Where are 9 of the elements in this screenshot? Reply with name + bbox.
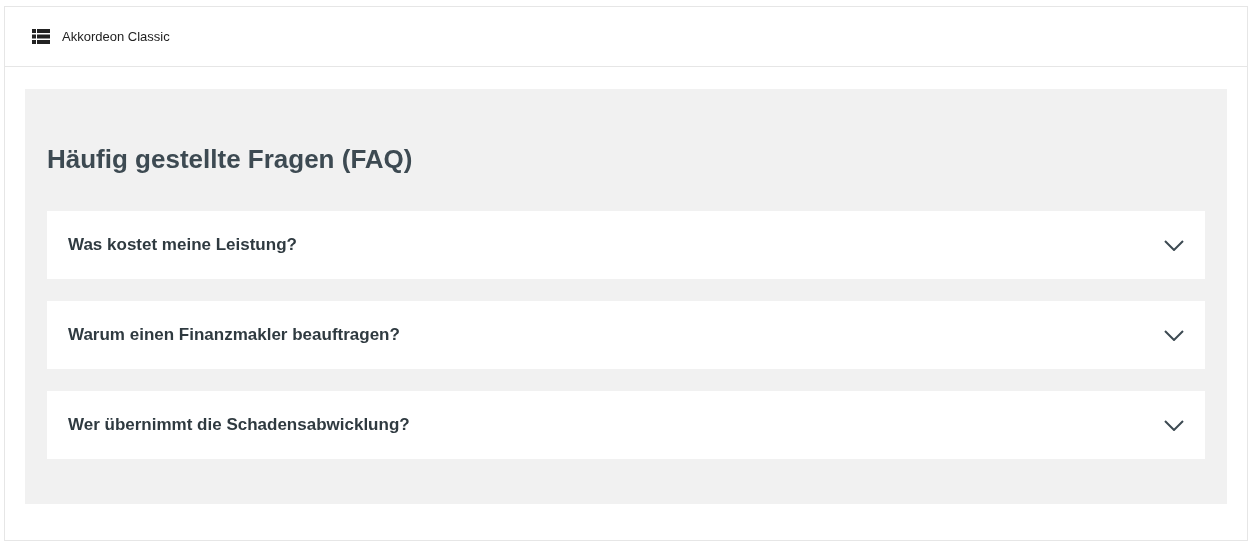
chevron-icon (1164, 239, 1184, 251)
accordion-item[interactable]: Wer übernimmt die Schadensabwicklung? (47, 391, 1205, 459)
accordion-item[interactable]: Was kostet meine Leistung? (47, 211, 1205, 279)
accordion-item[interactable]: Warum einen Finanzmakler beauftragen? (47, 301, 1205, 369)
faq-heading: Häufig gestellte Fragen (FAQ) (47, 143, 414, 175)
list-icon (32, 29, 50, 44)
chevron-icon (1164, 419, 1184, 431)
chevron-icon (1164, 329, 1184, 341)
widget-title: Akkordeon Classic (62, 27, 170, 46)
